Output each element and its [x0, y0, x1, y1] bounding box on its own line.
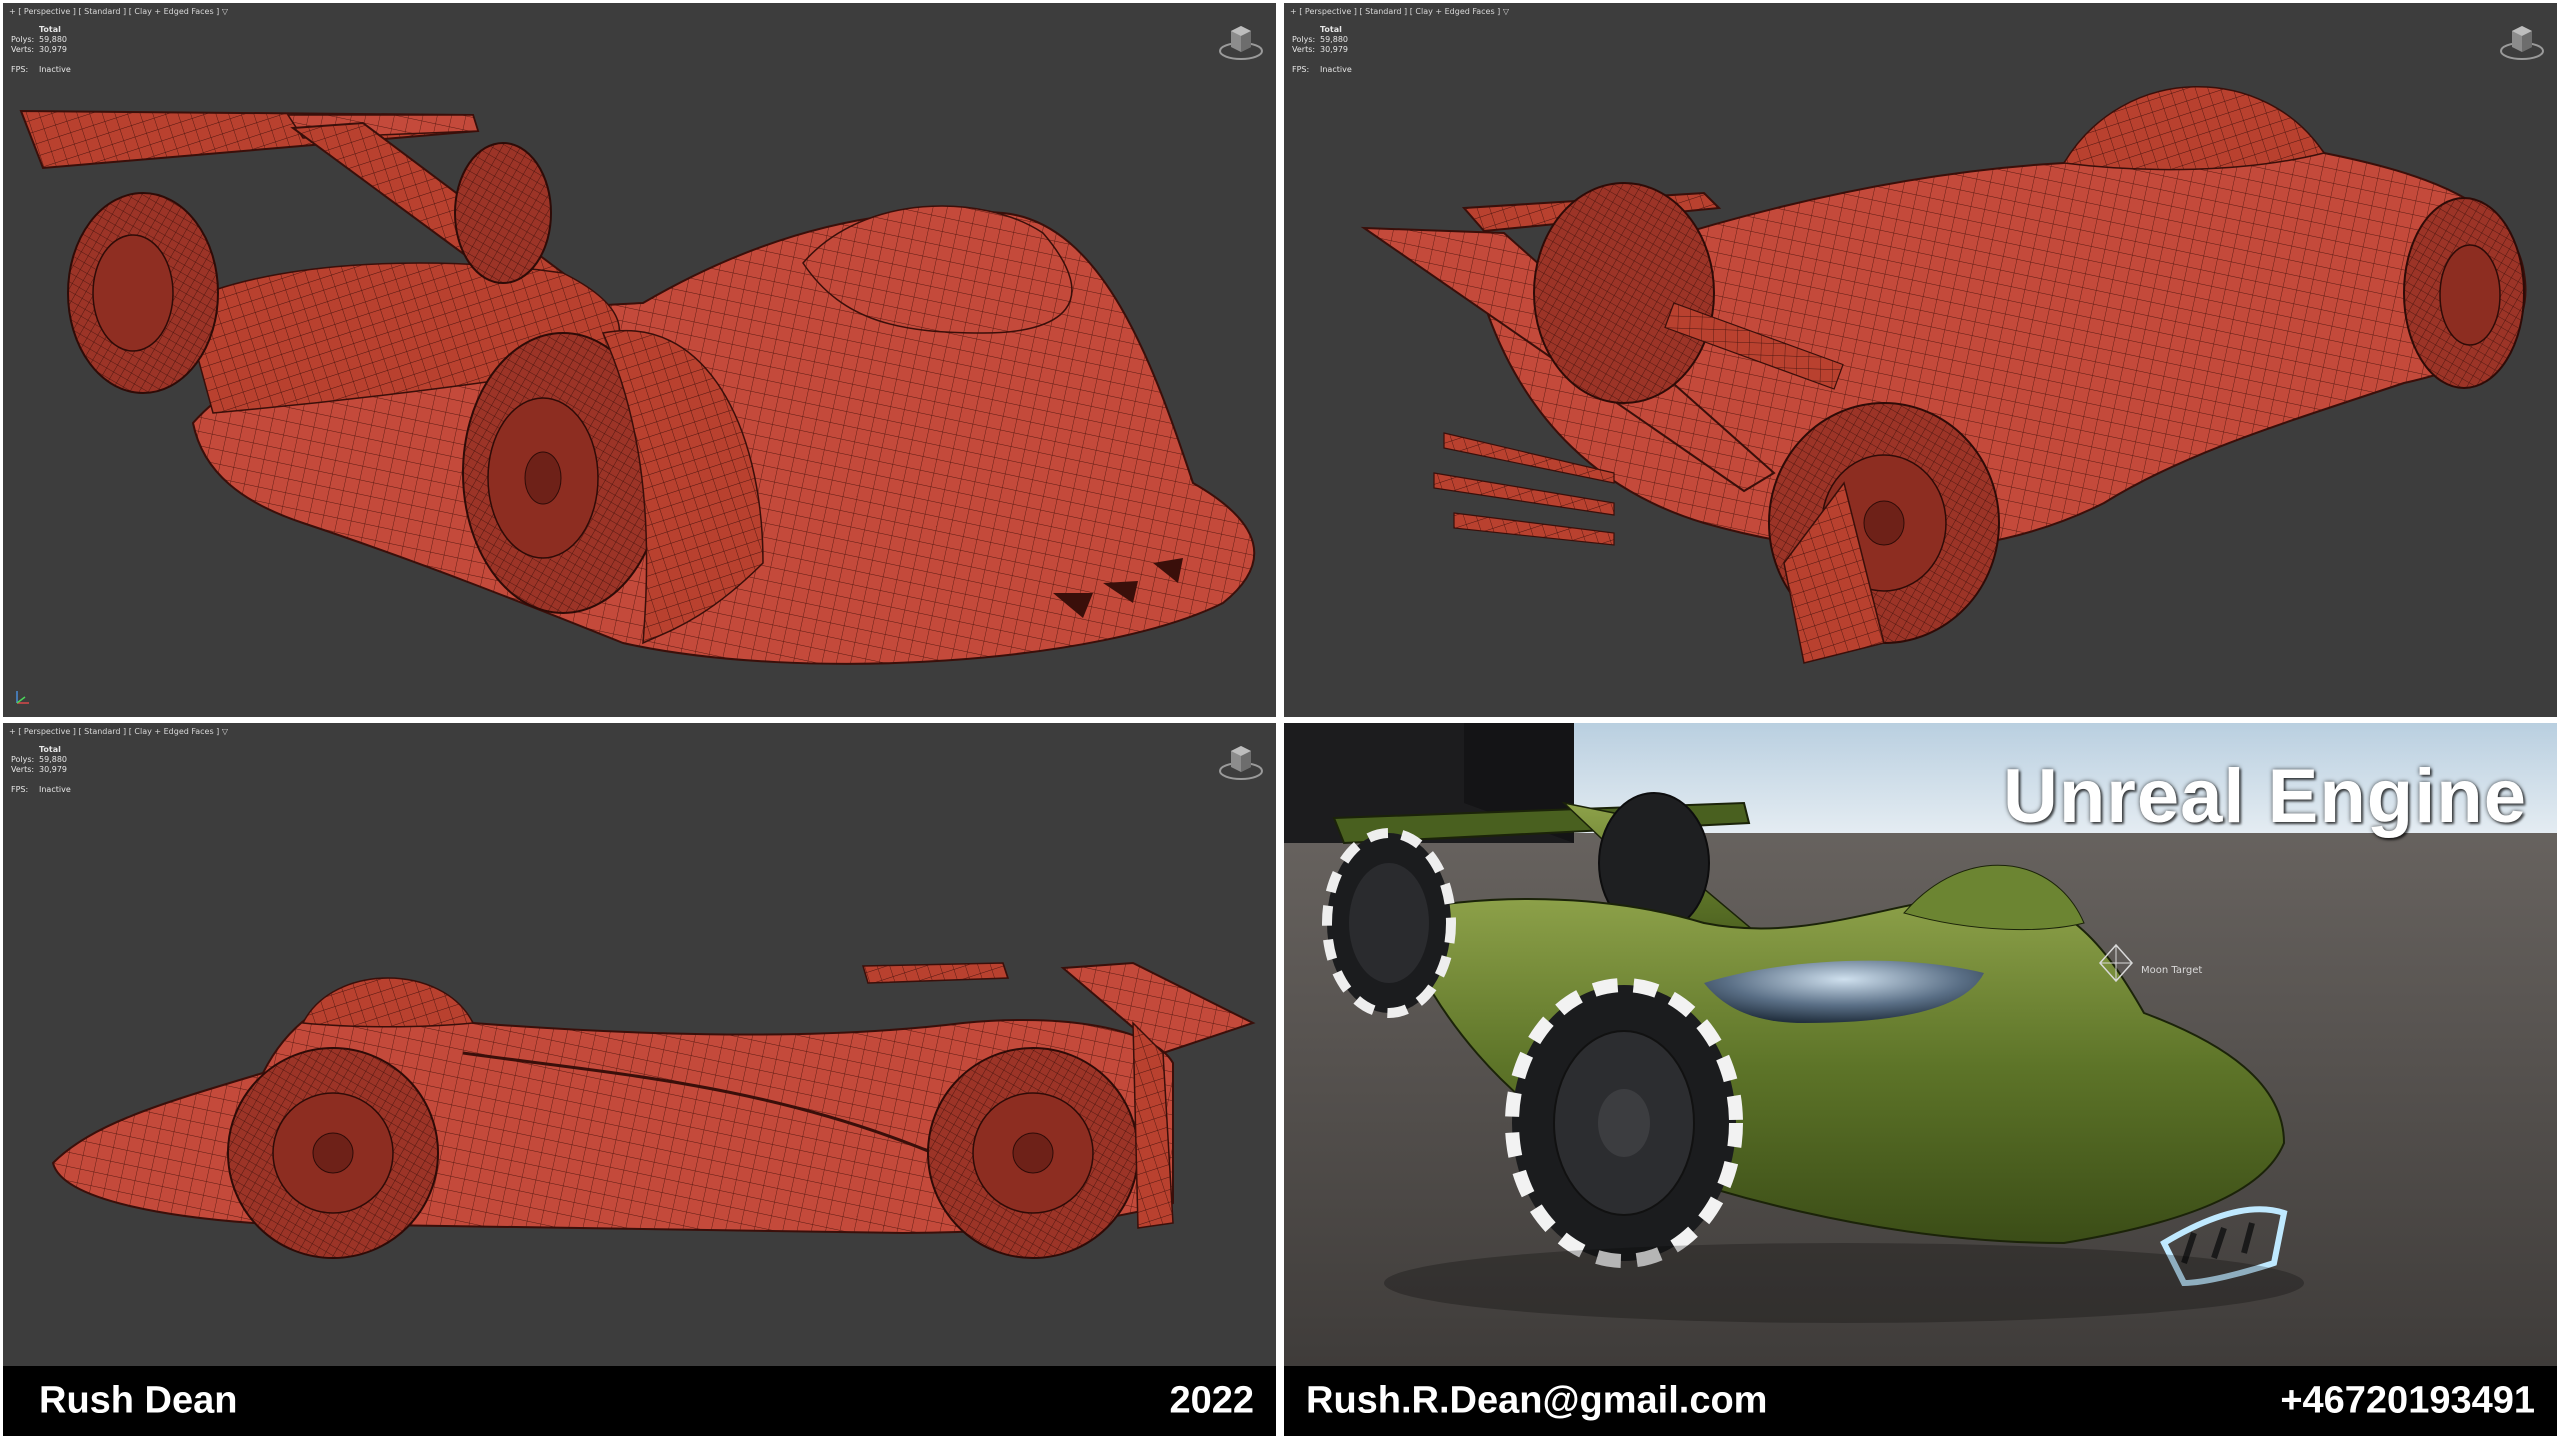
- year: 2022: [1169, 1379, 1254, 1422]
- fps-value: Inactive: [39, 785, 71, 794]
- fps-label: FPS:: [1292, 65, 1310, 74]
- viewcube-icon[interactable]: [1218, 739, 1264, 783]
- verts-value: 30,979: [39, 765, 67, 774]
- polys-label: Polys:: [11, 35, 35, 44]
- footer-bar-right: Rush.R.Dean@gmail.com +46720193491: [1284, 1366, 2557, 1436]
- viewport-label[interactable]: + [ Perspective ] [ Standard ] [ Clay + …: [1290, 7, 1509, 16]
- polys-label: Polys:: [11, 755, 35, 764]
- viewport-statistics: Total Polys: 59,880 Verts: 30,979 FPS: Inac…: [11, 745, 71, 795]
- viewport-label[interactable]: + [ Perspective ] [ Standard ] [ Clay + …: [9, 7, 228, 16]
- fps-value: Inactive: [39, 65, 71, 74]
- clay-car-render-side: [51, 961, 1256, 1259]
- clay-car-render-rear-three-quarter: [1360, 86, 2527, 664]
- verts-label: Verts:: [11, 45, 35, 54]
- verts-label: Verts:: [11, 765, 35, 774]
- author-name: Rush Dean: [39, 1379, 238, 1422]
- viewport-unreal-render[interactable]: Moon Target Unreal Engine: [1284, 723, 2557, 1366]
- polys-value: 59,880: [39, 755, 67, 764]
- viewcube-icon[interactable]: [2499, 19, 2545, 63]
- target-point-label: Moon Target: [2141, 965, 2203, 976]
- fps-value: Inactive: [1320, 65, 1352, 74]
- viewport-statistics: Total Polys: 59,880 Verts: 30,979 FPS: Inac…: [1292, 25, 1352, 75]
- fps-label: FPS:: [11, 65, 29, 74]
- viewport-statistics: Total Polys: 59,880 Verts: 30,979 FPS: Inac…: [11, 25, 71, 75]
- stats-header: Total: [39, 25, 61, 34]
- polys-label: Polys:: [1292, 35, 1316, 44]
- verts-label: Verts:: [1292, 45, 1316, 54]
- viewport-bottom-left[interactable]: + [ Perspective ] [ Standard ] [ Clay + …: [3, 723, 1276, 1366]
- unreal-engine-title: Unreal Engine: [2003, 754, 2527, 839]
- fps-label: FPS:: [11, 785, 29, 794]
- stats-header: Total: [1320, 25, 1342, 34]
- target-point-icon[interactable]: [2096, 941, 2136, 985]
- viewport-label[interactable]: + [ Perspective ] [ Standard ] [ Clay + …: [9, 727, 228, 736]
- verts-value: 30,979: [1320, 45, 1348, 54]
- viewcube-icon[interactable]: [1218, 19, 1264, 63]
- polys-value: 59,880: [1320, 35, 1348, 44]
- viewport-top-right[interactable]: + [ Perspective ] [ Standard ] [ Clay + …: [1284, 3, 2557, 717]
- verts-value: 30,979: [39, 45, 67, 54]
- axis-gizmo-icon: [16, 691, 29, 704]
- clay-car-render-front-three-quarter: [19, 109, 1256, 665]
- polys-value: 59,880: [39, 35, 67, 44]
- viewport-top-left[interactable]: + [ Perspective ] [ Standard ] [ Clay + …: [3, 3, 1276, 717]
- phone-number[interactable]: +46720193491: [2280, 1380, 2535, 1423]
- stats-header: Total: [39, 745, 61, 754]
- footer-bar-left: Rush Dean 2022: [3, 1366, 1276, 1436]
- email-link[interactable]: Rush.R.Dean@gmail.com: [1306, 1380, 1767, 1423]
